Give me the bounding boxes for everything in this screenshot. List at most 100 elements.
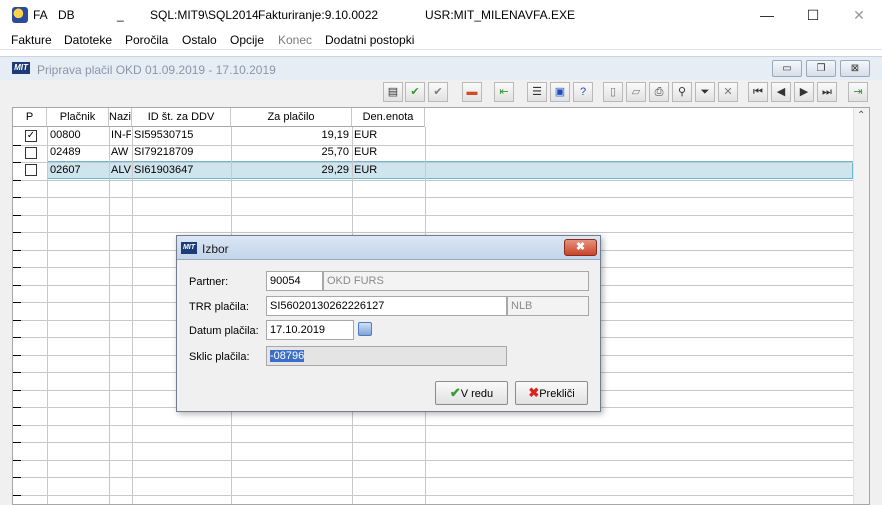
record-indicator <box>13 425 21 426</box>
menu-bar: Fakture Datoteke Poročila Ostalo Opcije … <box>0 30 882 50</box>
child-close-button[interactable]: ⊠ <box>840 60 870 77</box>
cancel-button[interactable]: ✖Prekliči <box>515 381 588 405</box>
cell-placnik: 00800 <box>50 129 81 141</box>
first-record-icon[interactable]: ⏮ <box>748 82 768 102</box>
cell-naziv: ALV <box>111 164 131 176</box>
card-icon[interactable]: ▬ <box>462 82 482 102</box>
record-indicator <box>13 442 21 443</box>
record-indicator <box>13 285 21 286</box>
row-divider <box>13 425 853 426</box>
title-db: DB <box>58 8 75 22</box>
record-indicator <box>13 460 21 461</box>
child-window-title: Priprava plačil OKD 01.09.2019 - 17.10.2… <box>37 63 276 77</box>
cancel-button-label: Prekliči <box>539 388 575 400</box>
exit-icon[interactable]: ⇥ <box>848 82 868 102</box>
datum-field[interactable]: 17.10.2019 <box>266 320 354 340</box>
open-icon[interactable]: ▱ <box>626 82 646 102</box>
row-checkbox[interactable] <box>25 164 37 176</box>
find-icon[interactable]: ⚲ <box>672 82 692 102</box>
minimize-button[interactable]: — <box>744 0 790 30</box>
menu-dodatni-postopki[interactable]: Dodatni postopki <box>325 33 414 47</box>
last-record-icon[interactable]: ⏭ <box>817 82 837 102</box>
record-indicator <box>13 267 21 268</box>
title-exe: VFA.EXE <box>525 8 576 22</box>
bank-field: NLB <box>507 296 589 316</box>
go-first-icon[interactable]: ⇤ <box>494 82 514 102</box>
title-underscore: _ <box>117 8 124 22</box>
close-button[interactable]: ✕ <box>836 0 882 30</box>
trr-field[interactable]: SI56020130262226127 <box>266 296 507 316</box>
record-indicator <box>13 355 21 356</box>
record-indicator <box>13 477 21 478</box>
child-minimize-button[interactable]: ▭ <box>772 60 802 77</box>
check-green-icon[interactable]: ✔ <box>405 82 425 102</box>
calendar-icon[interactable] <box>358 322 372 336</box>
dialog-titlebar: MIT Izbor ✖ <box>177 236 600 260</box>
row-checkbox[interactable] <box>25 147 37 159</box>
menu-fakture[interactable]: Fakture <box>11 33 52 47</box>
col-divider <box>47 127 48 504</box>
cell-za-placilo: 19,19 <box>321 129 349 141</box>
row-checkbox-checked[interactable]: ✓ <box>25 130 37 142</box>
scroll-up-icon[interactable]: ⌃ <box>857 110 865 121</box>
col-header-ddv[interactable]: ID št. za DDV <box>132 108 231 127</box>
prev-record-icon[interactable]: ◀ <box>771 82 791 102</box>
cell-ddv: SI79218709 <box>134 146 194 158</box>
title-sql: SQL:MIT9\SQL2014 <box>150 8 259 22</box>
cell-ddv: SI61903647 <box>134 164 194 176</box>
title-user: USR:MIT_MILENA <box>425 8 526 22</box>
col-divider <box>132 127 133 504</box>
menu-konec[interactable]: Konec <box>278 33 312 47</box>
cell-placnik: 02607 <box>50 164 81 176</box>
trr-label: TRR plačila: <box>189 301 249 313</box>
monitor-icon[interactable]: ▣ <box>550 82 570 102</box>
partner-code-field[interactable]: 90054 <box>266 271 323 291</box>
dialog-close-button[interactable]: ✖ <box>564 239 597 256</box>
col-header-p[interactable]: P <box>13 108 47 127</box>
blank-page-icon[interactable]: ▯ <box>603 82 623 102</box>
menu-porocila[interactable]: Poročila <box>125 33 168 47</box>
child-restore-button[interactable]: ❐ <box>806 60 836 77</box>
list-icon[interactable]: ☰ <box>527 82 547 102</box>
menu-ostalo[interactable]: Ostalo <box>182 33 217 47</box>
sklic-field[interactable]: -08796 <box>266 346 507 366</box>
row-divider <box>13 460 853 461</box>
record-indicator <box>13 215 21 216</box>
record-indicator <box>13 407 21 408</box>
cell-den-enota: EUR <box>354 164 378 176</box>
record-indicator <box>13 390 21 391</box>
filter-icon[interactable]: ⏷ <box>695 82 715 102</box>
record-indicator <box>13 162 21 163</box>
menu-datoteke[interactable]: Datoteke <box>64 33 112 47</box>
col-header-naziv[interactable]: Nazi <box>109 108 132 127</box>
col-header-den-enota[interactable]: Den.enota <box>352 108 425 127</box>
partner-name-field: OKD FURS <box>323 271 589 291</box>
maximize-button[interactable]: ☐ <box>790 0 836 30</box>
row-divider <box>13 495 853 496</box>
next-record-icon[interactable]: ▶ <box>794 82 814 102</box>
record-indicator <box>13 320 21 321</box>
cancel-filter-icon[interactable]: ✕ <box>718 82 738 102</box>
printer-icon[interactable]: ⎙ <box>649 82 669 102</box>
partner-label: Partner: <box>189 276 229 288</box>
print-preview-icon[interactable]: ▤ <box>383 82 403 102</box>
help-icon[interactable]: ? <box>573 82 593 102</box>
cell-den-enota: EUR <box>354 146 378 158</box>
ok-button-label: V redu <box>460 388 494 400</box>
mit-logo-icon: MIT <box>181 242 197 254</box>
row-divider <box>13 180 853 181</box>
record-indicator <box>13 250 21 251</box>
izbor-dialog: MIT Izbor ✖ Partner: 90054 OKD FURS TRR … <box>176 235 601 412</box>
col-header-za-placilo[interactable]: Za plačilo <box>231 108 352 127</box>
check-gray-icon[interactable]: ✔ <box>428 82 448 102</box>
grid-vertical-scrollbar[interactable]: ⌃ <box>853 108 869 504</box>
record-indicator <box>13 495 21 496</box>
check-icon: ✔ <box>449 385 461 400</box>
sklic-label: Sklic plačila: <box>189 351 250 363</box>
menu-opcije[interactable]: Opcije <box>230 33 264 47</box>
record-indicator <box>13 372 21 373</box>
col-header-placnik[interactable]: Plačnik <box>47 108 109 127</box>
ok-button[interactable]: ✔V redu <box>435 381 508 405</box>
row-divider <box>13 232 853 233</box>
sklic-selected-text: -08796 <box>270 350 305 362</box>
